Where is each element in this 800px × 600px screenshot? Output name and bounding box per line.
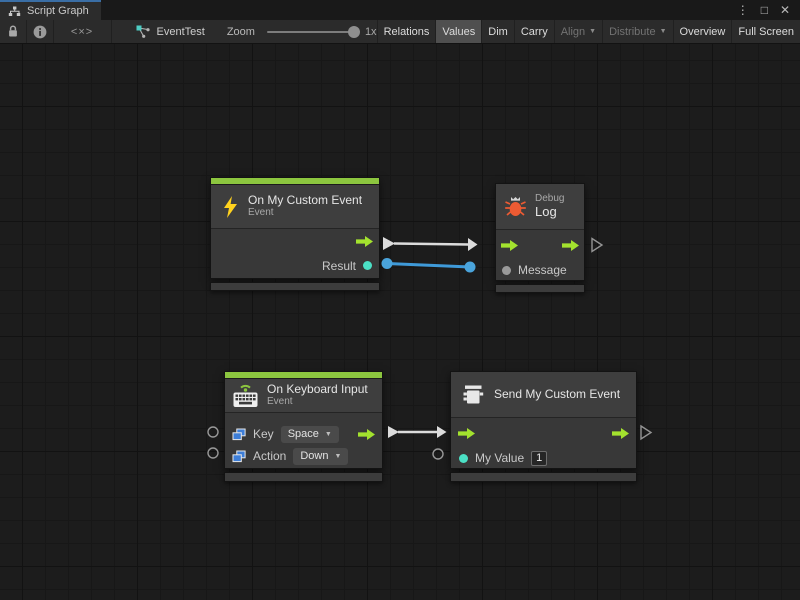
- graph-canvas[interactable]: On My Custom Event Event Result: [0, 44, 800, 600]
- graph-name: EventTest: [157, 26, 205, 38]
- chevron-down-icon: ▼: [334, 453, 341, 460]
- lock-button[interactable]: [0, 20, 27, 43]
- zoom-label: Zoom: [227, 26, 255, 38]
- node-on-keyboard-input[interactable]: On Keyboard Input Event Key Space ▼: [224, 371, 383, 482]
- node-title: On My Custom Event: [248, 194, 362, 208]
- unconnected-port-my-value: [433, 449, 443, 459]
- connection-flow-custom-event-to-log: [383, 237, 478, 251]
- flow-output-port[interactable]: [358, 429, 375, 440]
- bug-icon: [504, 195, 527, 218]
- graph-breadcrumb[interactable]: EventTest: [136, 20, 205, 43]
- node-debug-log[interactable]: Debug Log Message: [495, 183, 585, 293]
- dim-toggle[interactable]: Dim: [481, 20, 514, 43]
- lightning-icon: [222, 196, 239, 218]
- connection-value-result-to-message: [382, 258, 476, 273]
- unconnected-port-key: [208, 427, 218, 437]
- node-title: Send My Custom Event: [494, 388, 620, 402]
- lock-icon: [7, 25, 19, 38]
- zoom-slider-handle[interactable]: [348, 26, 360, 38]
- zoom-value: 1x: [365, 26, 377, 38]
- code-preview-button[interactable]: <×>: [54, 20, 112, 43]
- key-port-label: Key: [253, 427, 274, 441]
- flow-output-port[interactable]: [612, 428, 629, 439]
- flow-output-port[interactable]: [562, 240, 579, 251]
- code-icon: <×>: [71, 26, 93, 38]
- fullscreen-button[interactable]: Full Screen: [731, 20, 800, 43]
- connection-flow-keyboard-to-send: [388, 426, 447, 438]
- window-maximize-button[interactable]: □: [757, 4, 772, 16]
- node-footer: [495, 284, 585, 293]
- node-title: On Keyboard Input: [267, 383, 368, 397]
- value-input-port[interactable]: [502, 266, 511, 275]
- chevron-down-icon: ▼: [660, 28, 667, 35]
- chevron-down-icon: ▼: [325, 431, 332, 438]
- action-dropdown[interactable]: Down ▼: [293, 448, 348, 465]
- node-title: Log: [535, 205, 564, 220]
- overview-button[interactable]: Overview: [673, 20, 732, 43]
- zoom-slider[interactable]: [267, 31, 355, 33]
- carry-toggle[interactable]: Carry: [514, 20, 554, 43]
- connections-layer: [0, 44, 800, 600]
- tab-title: Script Graph: [27, 5, 89, 17]
- event-accent-strip: [225, 372, 382, 379]
- relations-toggle[interactable]: Relations: [377, 20, 436, 43]
- value-output-port[interactable]: [363, 261, 372, 270]
- node-footer: [210, 282, 380, 291]
- result-port-label: Result: [322, 259, 356, 273]
- action-port-label: Action: [253, 449, 286, 463]
- flow-continuation-icon: [641, 426, 651, 439]
- node-subtitle: Event: [267, 396, 368, 408]
- keyboard-icon: [232, 383, 259, 408]
- key-type-icon: [232, 428, 246, 441]
- flow-output-port[interactable]: [356, 236, 373, 247]
- tab-script-graph[interactable]: Script Graph: [0, 0, 101, 20]
- unconnected-port-action: [208, 448, 218, 458]
- graph-toolbar: <×> EventTest Zoom 1x Relations Values D…: [0, 20, 800, 44]
- distribute-dropdown[interactable]: Distribute ▼: [602, 20, 672, 43]
- window-titlebar: Script Graph ⋮ □ ✕: [0, 0, 800, 20]
- node-send-my-custom-event[interactable]: Send My Custom Event My Value 1: [450, 371, 637, 482]
- graph-asset-icon: [136, 25, 151, 39]
- window-close-button[interactable]: ✕: [776, 4, 794, 16]
- values-toggle[interactable]: Values: [435, 20, 481, 43]
- my-value-port-label: My Value: [475, 451, 524, 465]
- flow-continuation-icon: [592, 239, 602, 252]
- action-type-icon: [232, 450, 246, 463]
- flow-input-port[interactable]: [501, 240, 518, 251]
- event-machine-icon: [462, 384, 485, 405]
- event-accent-strip: [211, 178, 379, 185]
- window-menu-button[interactable]: ⋮: [733, 4, 753, 16]
- node-subtitle: Event: [248, 207, 362, 219]
- node-footer: [450, 472, 637, 482]
- value-input-port[interactable]: [459, 454, 468, 463]
- info-icon: [33, 25, 47, 39]
- graph-hierarchy-icon: [8, 6, 21, 17]
- inspect-button[interactable]: [27, 20, 54, 43]
- my-value-input[interactable]: 1: [531, 451, 547, 466]
- flow-input-port[interactable]: [458, 428, 475, 439]
- chevron-down-icon: ▼: [589, 28, 596, 35]
- align-dropdown[interactable]: Align ▼: [554, 20, 602, 43]
- key-dropdown[interactable]: Space ▼: [281, 426, 339, 443]
- node-footer: [224, 472, 383, 482]
- node-on-my-custom-event[interactable]: On My Custom Event Event Result: [210, 177, 380, 291]
- message-port-label: Message: [518, 263, 567, 277]
